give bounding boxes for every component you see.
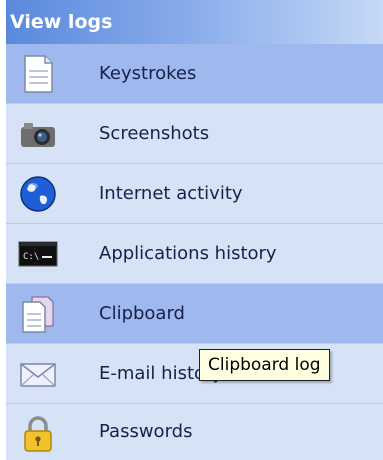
list-item-label: Applications history (99, 243, 277, 264)
list-item-label: Clipboard (99, 303, 185, 324)
list-item-label: Internet activity (99, 183, 243, 204)
view-logs-panel: View logs Keystrokes Screenshots Interne… (0, 0, 383, 460)
list-item-screenshots[interactable]: Screenshots (6, 104, 383, 164)
tooltip: Clipboard log (199, 349, 330, 381)
list-item-label: Keystrokes (99, 63, 197, 84)
list-item-applications-history[interactable]: C:\ Applications history (6, 224, 383, 284)
list-item-label: Screenshots (99, 123, 210, 144)
globe-icon (20, 176, 56, 212)
padlock-icon (24, 416, 52, 452)
document-icon (24, 55, 53, 93)
log-list: Keystrokes Screenshots Internet activity (6, 44, 383, 460)
envelope-icon (20, 363, 56, 387)
camera-icon (21, 123, 55, 147)
list-item-passwords[interactable]: Passwords (6, 404, 383, 460)
svg-text:C:\: C:\ (23, 252, 39, 262)
list-item-label: Passwords (99, 421, 193, 442)
panel-title: View logs (6, 0, 383, 44)
clipboard-icon (22, 296, 54, 333)
list-item-clipboard[interactable]: Clipboard (6, 284, 383, 344)
list-item-internet-activity[interactable]: Internet activity (6, 164, 383, 224)
list-item-keystrokes[interactable]: Keystrokes (6, 44, 383, 104)
terminal-icon: C:\ (18, 241, 58, 267)
